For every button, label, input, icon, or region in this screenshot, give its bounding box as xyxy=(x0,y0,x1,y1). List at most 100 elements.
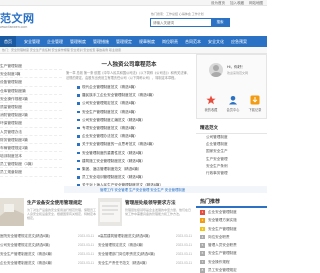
article-card[interactable]: 管理层处级领导要求方法 管理层处级领导是企业发展的中坚力量，他们在日常工作中需要… xyxy=(98,198,194,226)
left-article-list: 生产管理制度 安全制度3篇 设备管理制度 仓库管理制度篇 安全操作规程3篇 质量… xyxy=(0,62,62,177)
search-input[interactable] xyxy=(151,19,211,26)
set-homepage-link[interactable]: 设为首页 xyxy=(211,1,225,5)
bullet-icon xyxy=(77,167,80,171)
list-item[interactable]: 培训制度范本 xyxy=(0,152,62,161)
user-hint: 欢迎来到范文网 xyxy=(227,71,249,75)
list-item[interactable]: 集团、酒店管理制度范文（精选6篇） xyxy=(64,165,194,173)
nav-item-safety[interactable]: 安全管理 xyxy=(24,36,40,47)
card-title[interactable]: 生产设备安全使用管理规定 xyxy=(27,200,82,206)
member-center-button[interactable]: 会员中心 xyxy=(222,95,244,112)
article-card[interactable]: 生产设备安全使用管理规定 为了对生产设备的安全使用进行规范管理，保障员工人身安全… xyxy=(0,198,98,226)
list-item[interactable]: 公司安全管理规定范文(精选6篇) 2023-03-11 xyxy=(0,241,94,250)
add-favorite-link[interactable]: 加入收藏 xyxy=(230,1,244,5)
list-item[interactable]: 3 安全生产管理制度 xyxy=(196,225,267,233)
nav-item-duties[interactable]: 岗位职责 xyxy=(162,36,178,47)
list-item[interactable]: 7 安全操作规程 xyxy=(196,258,267,266)
bullet-icon xyxy=(77,86,80,89)
list-item[interactable]: 环保管理制度 xyxy=(0,119,62,128)
list-item[interactable]: 安全生产责任书范文（精选6篇） 2023-03-11 xyxy=(98,259,192,268)
search-button[interactable]: 搜索 xyxy=(211,19,229,26)
download-history-button[interactable]: 下载记录 xyxy=(244,95,266,112)
bullet-icon xyxy=(77,159,80,163)
bullet-icon xyxy=(77,94,80,97)
list-item[interactable]: a高层建筑管理制度范文(精选6篇) 2023-03-11 xyxy=(98,232,192,241)
article-title[interactable]: 一人独资公司章程范本 xyxy=(64,60,194,68)
user-actions: 我的收藏 会员中心 下载记录 xyxy=(197,95,266,115)
list-item[interactable]: 安全操作规程3篇 xyxy=(0,95,62,103)
list-item[interactable]: 建筑施工安全管理制度范文（精选6篇） xyxy=(64,157,194,165)
rank-badge: 5 xyxy=(200,243,205,248)
list-item[interactable]: 生产安全管理 xyxy=(196,156,267,163)
card-thumbnail xyxy=(98,198,122,226)
nav-item-home[interactable]: 首页 xyxy=(0,36,16,47)
list-item[interactable]: 安全管理部门岗位职责范文(精选6篇) 2023-03-11 xyxy=(98,250,192,259)
bullet-icon xyxy=(77,143,80,146)
list-item[interactable]: 6 安全生产管理制度 xyxy=(196,249,267,257)
rank-badge: 4 xyxy=(200,234,205,240)
sub-nav-text[interactable]: 热门：安全管理制度 安全生产责任制 安全操作规程 安全培训 安全检查 事故案例 … xyxy=(2,48,121,52)
sitemap-link[interactable]: 网站地图 xyxy=(249,1,263,5)
nav-item-emergency[interactable]: 应急预案 xyxy=(231,36,247,47)
list-item[interactable]: 企业安全管理办法范文（精选6篇） xyxy=(64,132,194,140)
nav-item-rules[interactable]: 管理规定 xyxy=(116,36,132,47)
category-bar: 管理工作 安全管理 生产安全管理 安全生产 安全管理制度 xyxy=(64,186,267,193)
list-item[interactable]: 仓库管理制度篇 xyxy=(0,87,62,95)
list-item[interactable]: 安全生产管理制度范文（精选6篇） 2023-03-11 xyxy=(0,250,94,259)
right-sidebar: Hi，你好！ 欢迎来到范文网 我的收藏 会员中心 下载记录 精选范文 公司管理制… xyxy=(196,54,267,177)
nav-item-culture[interactable]: 安全文化 xyxy=(208,36,224,47)
list-item[interactable]: 设备管理制度 xyxy=(0,78,62,87)
list-item[interactable]: 安全管理规定范文（精选6篇） 2023-03-11 xyxy=(98,241,192,250)
card-title[interactable]: 管理层处级领导要求方法 xyxy=(125,200,176,206)
rank-badge: 2 xyxy=(200,218,205,223)
list-item[interactable]: 2 安全管理方案实施 xyxy=(196,216,267,224)
list-item[interactable]: 消防管理制度2篇 xyxy=(0,111,62,120)
rank-badge: 6 xyxy=(200,251,205,256)
list-item[interactable]: 现代企业管理制度范文（精选6篇） xyxy=(64,83,194,91)
list-item[interactable]: 财务管理制度3篇 xyxy=(0,136,62,144)
list-item[interactable]: 专项安全管理制度范文（精选6篇） xyxy=(64,124,194,132)
list-item[interactable]: 员工安全培训管理制度范文（精选6篇） xyxy=(64,173,194,181)
hot-title: 热门推荐 xyxy=(196,198,267,208)
nav-item-contracts[interactable]: 合同范本 xyxy=(185,36,201,47)
bullet-icon xyxy=(77,118,80,122)
list-item[interactable]: 安全生产条例 xyxy=(196,163,267,170)
bullet-icon xyxy=(77,110,80,114)
list-item[interactable]: 员工管理制度（3篇） xyxy=(0,160,62,169)
list-item[interactable]: 车辆管理规定3篇 xyxy=(0,144,62,153)
site-logo[interactable]: 范文网 www.fanwen.com xyxy=(0,10,35,29)
list-item[interactable]: 生产管理制度 xyxy=(0,62,62,71)
list-item[interactable]: 国家安全生产 xyxy=(196,148,267,155)
list-item[interactable]: 5 管理人员安全职责 xyxy=(196,241,267,249)
nav-item-measures[interactable]: 管理措施 xyxy=(93,36,109,47)
related-articles: 现代企业管理制度范文（精选6篇） 疆民族手工企业安全管理制度范文（精选6篇） 公… xyxy=(64,83,194,189)
list-item[interactable]: 质量管理制度 xyxy=(0,103,62,112)
list-item[interactable]: 1 企业安全管理制度 xyxy=(196,208,267,216)
list-item[interactable]: 行政事务管理 xyxy=(196,170,267,177)
nav-item-system[interactable]: 管理制度 xyxy=(70,36,86,47)
list-item[interactable]: 关于安全管理制度的一点思考范文（精选6篇） xyxy=(64,140,194,148)
list-item[interactable]: 企业管理制度 xyxy=(196,141,267,148)
favorites-button[interactable]: 我的收藏 xyxy=(200,95,222,112)
list-item[interactable]: 公司安全管理制度汇编范文（精选6篇） xyxy=(64,116,194,124)
avatar[interactable] xyxy=(209,63,223,77)
article-list-left: 医院安全管理规定范文(精选6篇) 2023-03-11 公司安全管理规定范文(精选… xyxy=(0,232,94,268)
list-item[interactable]: 医院安全管理规定范文(精选6篇) 2023-03-11 xyxy=(0,232,94,241)
nav-item-regulations[interactable]: 规章制度 xyxy=(139,36,155,47)
list-item[interactable]: 公司管理制度 xyxy=(196,134,267,141)
list-item[interactable]: 疆民族手工企业安全管理制度范文（精选6篇） xyxy=(64,91,194,99)
site-name: 范文网 xyxy=(0,12,35,25)
nav-item-enterprise[interactable]: 企业管理 xyxy=(47,36,63,47)
list-item[interactable]: 员工规章制度 xyxy=(0,168,62,177)
list-item[interactable]: 人员管理办法 xyxy=(0,128,62,136)
hot-ranking: 热门推荐 1 企业安全管理制度 2 安全管理方案实施 3 安全生产管理制度 4 岗位安全… xyxy=(196,198,267,273)
list-item[interactable]: 安全制度3篇 xyxy=(0,70,62,79)
category-links[interactable]: 管理工作 安全管理 生产安全管理 安全生产 安全管理制度 xyxy=(100,187,185,192)
search-box: 热门搜索：工作总结 心得体会 工作计划 搜索 xyxy=(150,12,230,27)
list-item[interactable]: 安全管理制度的重要性范文（精选6篇） xyxy=(64,149,194,157)
list-item[interactable]: 企业安全管理制度范文（精选6篇） 2023-03-11 xyxy=(0,259,94,268)
list-item[interactable]: 8 员工安全管理规定 xyxy=(196,266,267,273)
list-item[interactable]: 4 岗位安全职责 xyxy=(196,233,267,241)
bullet-icon xyxy=(77,126,80,130)
list-item[interactable]: 公司安全管理规定范文（精选6篇） xyxy=(64,99,194,107)
list-item[interactable]: 安全生产管理制度范文（精选6篇） xyxy=(64,108,194,116)
